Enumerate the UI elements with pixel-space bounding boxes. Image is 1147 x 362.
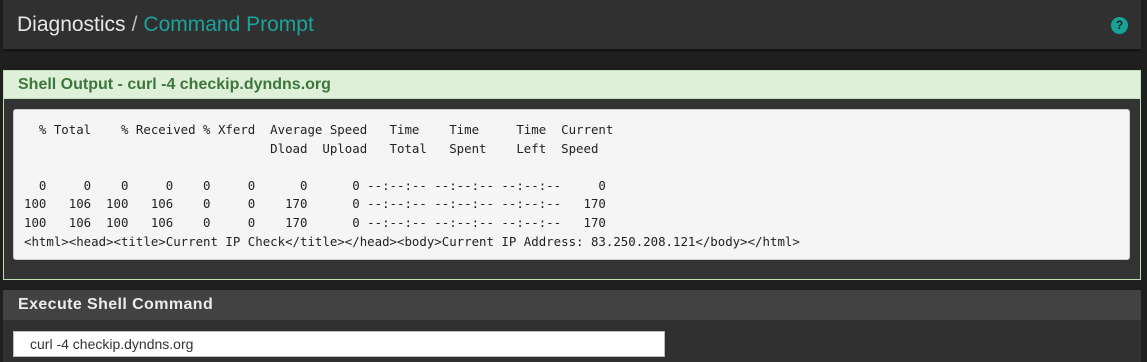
page-header: Diagnostics / Command Prompt ? [3, 0, 1141, 50]
shell-output-line: 100 106 100 106 0 0 170 0 --:--:-- --:--… [24, 196, 606, 212]
breadcrumb: Diagnostics / Command Prompt [17, 12, 314, 38]
breadcrumb-separator: / [131, 13, 138, 36]
execute-shell-title: Execute Shell Command [3, 290, 1141, 320]
shell-output-text: % Total % Received % Xferd Average Speed… [24, 121, 1129, 251]
shell-output-panel: Shell Output - curl -4 checkip.dyndns.or… [3, 70, 1141, 280]
diagnostics-page: Diagnostics / Command Prompt ? Shell Outpu… [0, 0, 1147, 362]
shell-output-line: 0 0 0 0 0 0 0 0 --:--:-- --:--:-- --:--:… [24, 177, 606, 193]
question-circle-icon[interactable]: ? [1111, 17, 1128, 34]
breadcrumb-command-prompt[interactable]: Command Prompt [143, 13, 313, 36]
shell-output-line: 100 106 100 106 0 0 170 0 --:--:-- --:--… [24, 214, 606, 230]
shell-output-line: Dload Upload Total Spent Left Speed [24, 140, 599, 156]
breadcrumb-diagnostics[interactable]: Diagnostics [17, 13, 126, 36]
shell-output-box: % Total % Received % Xferd Average Speed… [13, 109, 1130, 260]
execute-shell-panel: Execute Shell Command [3, 290, 1141, 362]
shell-output-line: <html><head><title>Current IP Check</tit… [24, 233, 800, 249]
shell-output-line: % Total % Received % Xferd Average Speed… [24, 122, 614, 137]
shell-output-title: Shell Output - curl -4 checkip.dyndns.or… [4, 71, 1140, 99]
command-input[interactable] [13, 331, 665, 357]
